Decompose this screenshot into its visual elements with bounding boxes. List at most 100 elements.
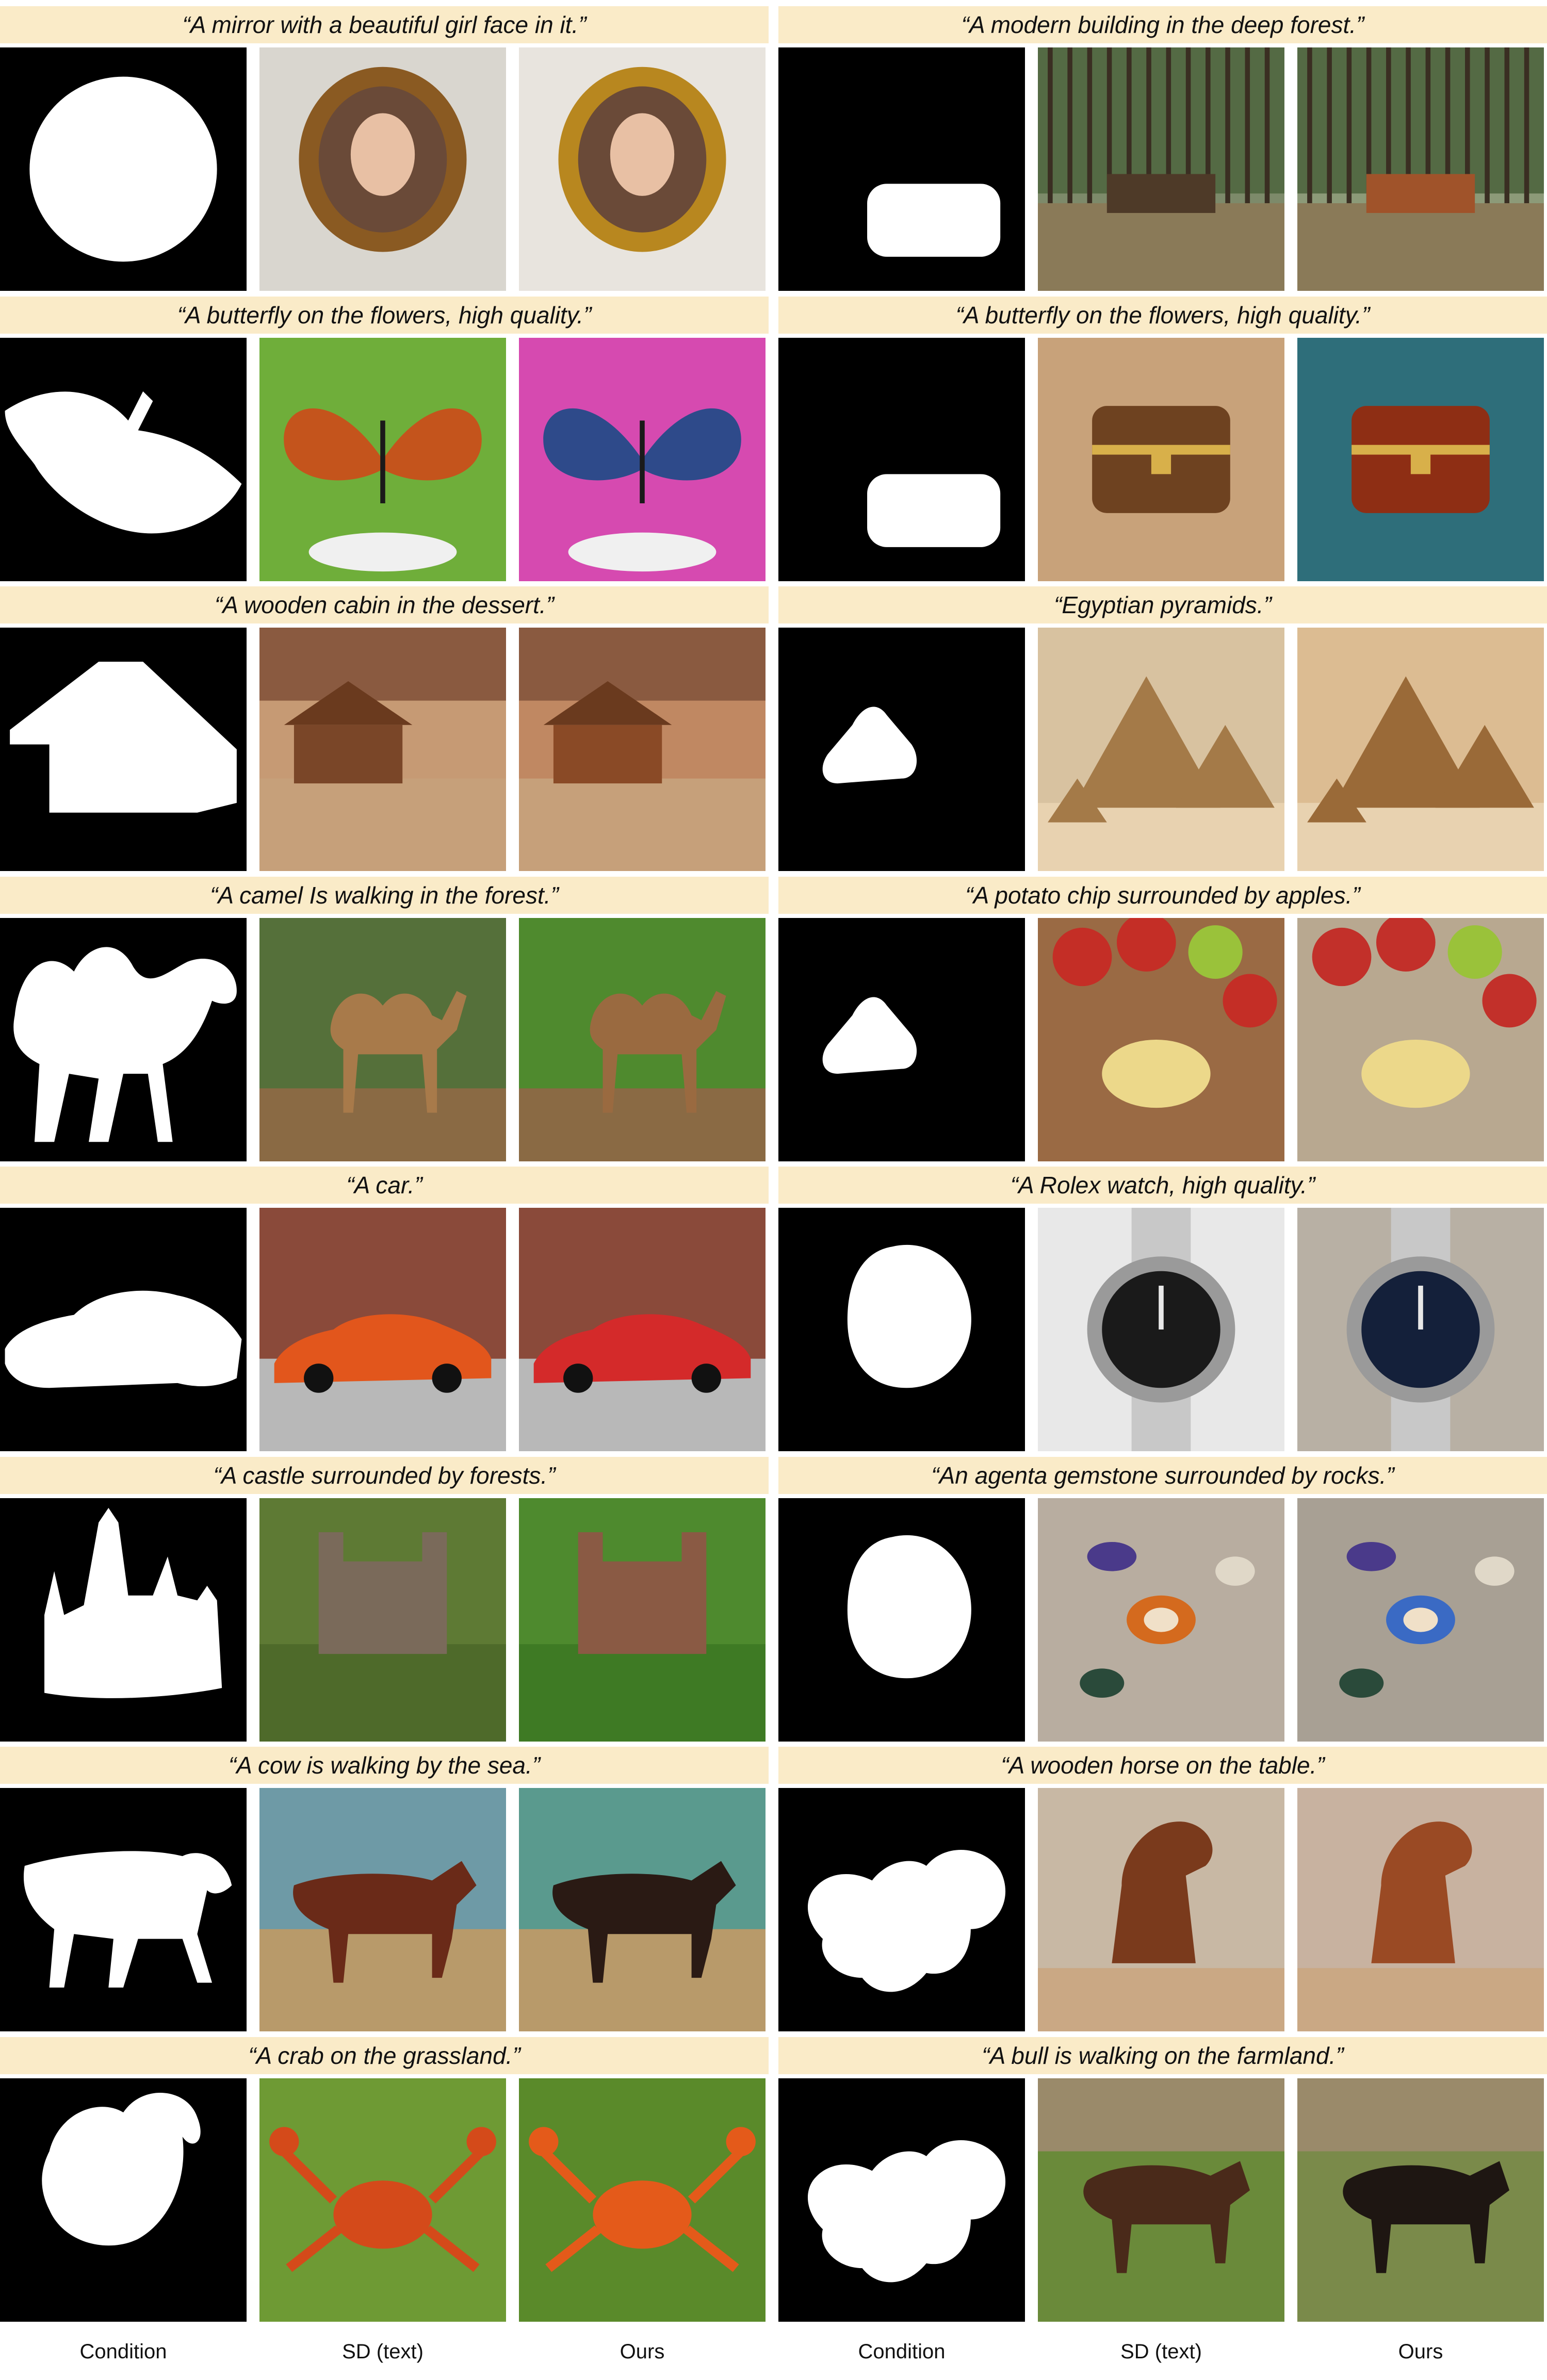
column-label: Ours: [620, 2340, 665, 2363]
bull-photo: [1038, 2078, 1284, 2322]
ours-result-image: [519, 2078, 766, 2322]
box-mask: [867, 473, 1001, 547]
ours-result-image: [1297, 2078, 1544, 2322]
pyramids-photo: [1297, 628, 1544, 871]
condition-mask-panel: [0, 628, 247, 871]
column-label: Condition: [858, 2340, 946, 2363]
bull-photo: [1297, 2078, 1544, 2322]
gemstones-photo: [1297, 1498, 1544, 1742]
example-caption: “Egyptian pyramids.”: [778, 586, 1547, 623]
example-caption: “A modern building in the deep forest.”: [778, 6, 1547, 43]
cow-photo: [259, 1788, 506, 2031]
forest-building-photo: [1038, 47, 1284, 291]
sd-text-result-image: [259, 917, 506, 1161]
ours-result-image: [1297, 337, 1544, 581]
example-caption: “A cow is walking by the sea.”: [0, 1747, 769, 1784]
pyramids-photo: [1038, 628, 1284, 871]
butterfly-photo: [519, 337, 766, 581]
crab-photo: [519, 2078, 766, 2322]
ours-result-image: [1297, 628, 1544, 871]
sd-text-result-image: [259, 2078, 506, 2322]
castle-mask: [44, 1507, 222, 1698]
ours-result-image: [519, 337, 766, 581]
wooden-cabin-photo: [519, 628, 766, 871]
condition-mask-panel: [0, 1498, 247, 1742]
condition-mask-panel: [778, 628, 1025, 871]
ours-result-image: [519, 1498, 766, 1742]
chips-and-apples-photo: [1297, 917, 1544, 1161]
condition-mask-panel: [778, 1788, 1025, 2031]
example-caption: “A bull is walking on the farmland.”: [778, 2037, 1547, 2074]
horse-mask: [807, 2140, 1006, 2282]
treasure-chest-photo: [1297, 337, 1544, 581]
column-label: Ours: [1398, 2340, 1443, 2363]
example-caption: “A crab on the grassland.”: [0, 2037, 769, 2074]
sd-text-result-image: [1038, 47, 1284, 291]
example-caption: “A butterfly on the flowers, high qualit…: [0, 296, 769, 334]
condition-mask-panel: [778, 337, 1025, 581]
example-caption: “A mirror with a beautiful girl face in …: [0, 6, 769, 43]
round-mirror-girl-photo: [259, 47, 506, 291]
wooden-horse-photo: [1038, 1788, 1284, 2031]
condition-mask-panel: [0, 47, 247, 291]
condition-mask-panel: [778, 1498, 1025, 1742]
example-caption: “A potato chip surrounded by apples.”: [778, 876, 1547, 914]
blob-mask: [847, 1244, 971, 1388]
sd-text-result-image: [259, 337, 506, 581]
condition-mask-panel: [0, 2078, 247, 2322]
ours-result-image: [1297, 917, 1544, 1161]
castle-photo: [259, 1498, 506, 1742]
sd-text-result-image: [1038, 1208, 1284, 1451]
cabin-mask: [10, 662, 237, 813]
chips-and-apples-photo: [1038, 917, 1284, 1161]
sd-text-result-image: [259, 1788, 506, 2031]
car-photo: [259, 1208, 506, 1451]
castle-photo: [519, 1498, 766, 1742]
column-label: SD (text): [342, 2340, 424, 2363]
car-photo: [519, 1208, 766, 1451]
treasure-chest-photo: [1038, 337, 1284, 581]
example-caption: “A castle surrounded by forests.”: [0, 1456, 769, 1494]
ours-result-image: [1297, 1788, 1544, 2031]
crab-photo: [259, 2078, 506, 2322]
example-caption: “A Rolex watch, high quality.”: [778, 1167, 1547, 1204]
blob-mask: [847, 1535, 971, 1678]
sd-text-result-image: [259, 47, 506, 291]
crab-mask: [42, 2092, 201, 2245]
triangle-mask: [822, 996, 917, 1074]
sd-text-result-image: [1038, 628, 1284, 871]
ours-result-image: [519, 1208, 766, 1451]
sd-text-result-image: [259, 1208, 506, 1451]
sd-text-result-image: [259, 1498, 506, 1742]
example-caption: “A camel Is walking in the forest.”: [0, 876, 769, 914]
condition-mask-panel: [0, 917, 247, 1161]
wooden-cabin-photo: [259, 628, 506, 871]
example-caption: “A wooden horse on the table.”: [778, 1747, 1547, 1784]
circle-mask: [29, 76, 217, 262]
car-mask: [5, 1290, 242, 1388]
wooden-horse-photo: [1297, 1788, 1544, 2031]
condition-mask-panel: [0, 1788, 247, 2031]
sd-text-result-image: [1038, 917, 1284, 1161]
condition-mask-panel: [0, 1208, 247, 1451]
cow-photo: [519, 1788, 766, 2031]
condition-mask-panel: [778, 1208, 1025, 1451]
condition-mask-panel: [0, 337, 247, 581]
forest-building-photo: [1297, 47, 1544, 291]
wristwatch-photo: [1038, 1208, 1284, 1451]
sd-text-result-image: [1038, 2078, 1284, 2322]
sd-text-result-image: [1038, 1498, 1284, 1742]
horse-mask: [807, 1850, 1006, 1992]
example-caption: “A wooden cabin in the dessert.”: [0, 586, 769, 623]
condition-mask-panel: [778, 2078, 1025, 2322]
camel-photo: [259, 917, 506, 1161]
camel-photo: [519, 917, 766, 1161]
example-caption: “An agenta gemstone surrounded by rocks.…: [778, 1456, 1547, 1494]
example-caption: “A butterfly on the flowers, high qualit…: [778, 296, 1547, 334]
condition-mask-panel: [778, 917, 1025, 1161]
box-mask: [867, 184, 1001, 257]
ours-result-image: [519, 917, 766, 1161]
sd-text-result-image: [1038, 1788, 1284, 2031]
column-label: Condition: [79, 2340, 167, 2363]
example-caption: “A car.”: [0, 1167, 769, 1204]
